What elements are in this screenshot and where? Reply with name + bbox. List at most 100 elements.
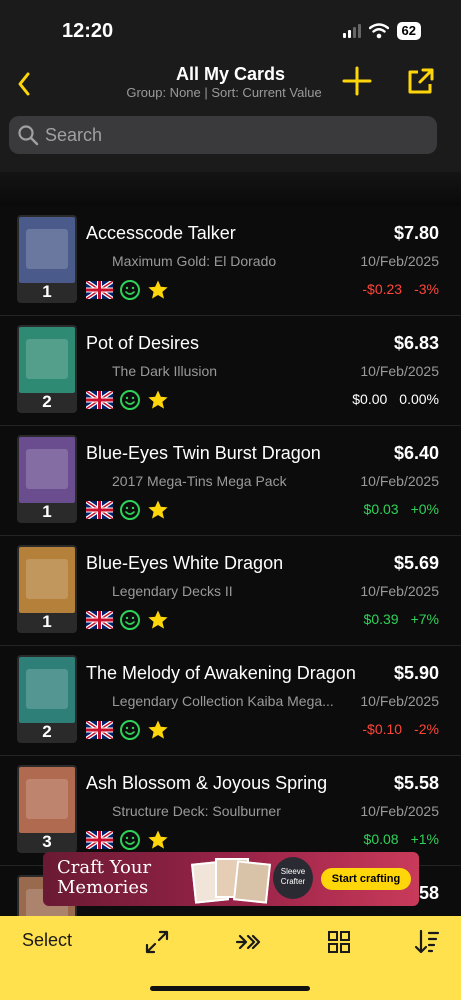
- card-thumbnail[interactable]: 1: [17, 215, 77, 303]
- card-set: Legendary Collection Kaiba Mega...: [112, 693, 334, 709]
- signal-icon: [342, 24, 361, 38]
- card-thumbnail[interactable]: 2: [17, 655, 77, 743]
- bottom-toolbar: Select: [0, 916, 461, 1000]
- card-thumbnail[interactable]: 3: [17, 765, 77, 853]
- card-change: $0.08 +1%: [364, 831, 439, 847]
- card-name: Pot of Desires: [86, 333, 200, 353]
- card-badges: [86, 279, 169, 301]
- card-badges: [86, 609, 169, 631]
- card-set: 2017 Mega-Tins Mega Pack: [112, 473, 287, 489]
- ad-logo-line1: Sleeve: [280, 867, 306, 876]
- sort-icon[interactable]: [413, 928, 441, 956]
- select-button[interactable]: Select: [22, 930, 72, 951]
- uk-flag-icon: [86, 611, 113, 629]
- card-art: [19, 437, 75, 503]
- card-quantity: 3: [42, 832, 52, 851]
- card-thumbnail[interactable]: 2: [17, 325, 77, 413]
- star-icon: [148, 390, 168, 409]
- status-bar: 12:20 62: [0, 0, 461, 58]
- card-name: Blue-Eyes Twin Burst Dragon: [86, 443, 321, 463]
- card-row[interactable]: 3 Ash Blossom & Joyous Spring $5.58 Stru…: [0, 756, 461, 866]
- condition-smiley-icon: [120, 390, 140, 410]
- card-price: $6.83: [393, 333, 439, 353]
- condition-smiley-icon: [120, 720, 140, 740]
- card-price: $5.69: [393, 553, 439, 573]
- status-time: 12:20: [62, 20, 114, 42]
- card-name: Ash Blossom & Joyous Spring: [86, 773, 328, 793]
- card-change: -$0.23 -3%: [362, 281, 439, 297]
- skip-forward-icon[interactable]: [234, 928, 262, 956]
- card-change-percent: -2%: [414, 721, 439, 737]
- card-name: Blue-Eyes White Dragon: [86, 553, 284, 573]
- star-icon: [148, 720, 168, 739]
- list-header-divider: [0, 172, 461, 206]
- condition-smiley-icon: [120, 280, 140, 300]
- ad-title-line1: Craft Your: [57, 857, 152, 878]
- condition-smiley-icon: [120, 500, 140, 520]
- card-quantity: 2: [42, 392, 52, 411]
- grid-icon[interactable]: [325, 928, 353, 956]
- card-name: Accesscode Talker: [86, 223, 236, 243]
- card-art: [19, 657, 75, 723]
- card-row[interactable]: 2 The Melody of Awakening Dragon $5.90 L…: [0, 646, 461, 756]
- card-change-percent: -3%: [414, 281, 439, 297]
- card-change-amount: $0.03: [363, 501, 399, 517]
- page-title: All My Cards: [175, 64, 286, 84]
- card-change-percent: +7%: [410, 611, 439, 627]
- expand-icon[interactable]: [143, 928, 171, 956]
- card-row[interactable]: 1 Blue-Eyes Twin Burst Dragon $6.40 2017…: [0, 426, 461, 536]
- card-art: [19, 327, 75, 393]
- card-row[interactable]: 1 Blue-Eyes White Dragon $5.69 Legendary…: [0, 536, 461, 646]
- card-row[interactable]: 2 Pot of Desires $6.83 The Dark Illusion…: [0, 316, 461, 426]
- card-art: [19, 767, 75, 833]
- plus-icon[interactable]: [340, 64, 374, 98]
- card-date: 10/Feb/2025: [360, 363, 439, 379]
- card-thumbnail[interactable]: 1: [17, 435, 77, 523]
- card-price: $5.58: [393, 773, 439, 793]
- card-set: The Dark Illusion: [112, 363, 218, 379]
- ad-photos: [191, 856, 271, 904]
- card-change-amount: $0.00: [352, 391, 388, 407]
- uk-flag-icon: [86, 831, 113, 849]
- uk-flag-icon: [86, 721, 113, 739]
- card-price: 58: [418, 883, 439, 903]
- search-section: [0, 106, 461, 172]
- search-input[interactable]: [45, 124, 425, 146]
- home-indicator: [150, 986, 310, 991]
- card-quantity: 1: [42, 282, 52, 301]
- card-change-amount: $0.39: [363, 611, 399, 627]
- ad-cta-button[interactable]: Start crafting: [321, 868, 411, 890]
- card-date: 10/Feb/2025: [360, 583, 439, 599]
- star-icon: [148, 610, 168, 629]
- card-set: Structure Deck: Soulburner: [112, 803, 281, 819]
- star-icon: [148, 500, 168, 519]
- ad-title-line2: Memories: [57, 877, 149, 898]
- card-name: The Melody of Awakening Dragon: [86, 663, 356, 683]
- card-change-amount: -$0.23: [362, 281, 403, 297]
- card-change: $0.03 +0%: [364, 501, 439, 517]
- card-badges: [86, 499, 169, 521]
- ad-logo-line2: Crafter: [280, 877, 306, 886]
- star-icon: [148, 830, 168, 849]
- card-badges: [86, 829, 169, 851]
- card-art: [19, 547, 75, 613]
- card-art: [19, 217, 75, 283]
- ad-banner[interactable]: Craft Your Memories Sleeve Crafter Start…: [43, 852, 419, 906]
- card-row[interactable]: 1 Accesscode Talker $7.80 Maximum Gold: …: [0, 206, 461, 316]
- wifi-icon: [368, 23, 389, 39]
- card-change-amount: -$0.10: [362, 721, 403, 737]
- card-price: $7.80: [393, 223, 439, 243]
- card-thumbnail[interactable]: 1: [17, 545, 77, 633]
- card-list[interactable]: 1 Accesscode Talker $7.80 Maximum Gold: …: [0, 206, 461, 916]
- ad-logo: Sleeve Crafter: [273, 857, 313, 899]
- share-icon[interactable]: [404, 64, 438, 98]
- card-price: $6.40: [393, 443, 439, 463]
- card-badges: [86, 389, 169, 411]
- condition-smiley-icon: [120, 830, 140, 850]
- search-bar[interactable]: [9, 116, 437, 154]
- status-icons: 62: [342, 22, 421, 40]
- card-date: 10/Feb/2025: [360, 253, 439, 269]
- card-badges: [86, 719, 169, 741]
- card-quantity: 1: [42, 502, 52, 521]
- condition-smiley-icon: [120, 610, 140, 630]
